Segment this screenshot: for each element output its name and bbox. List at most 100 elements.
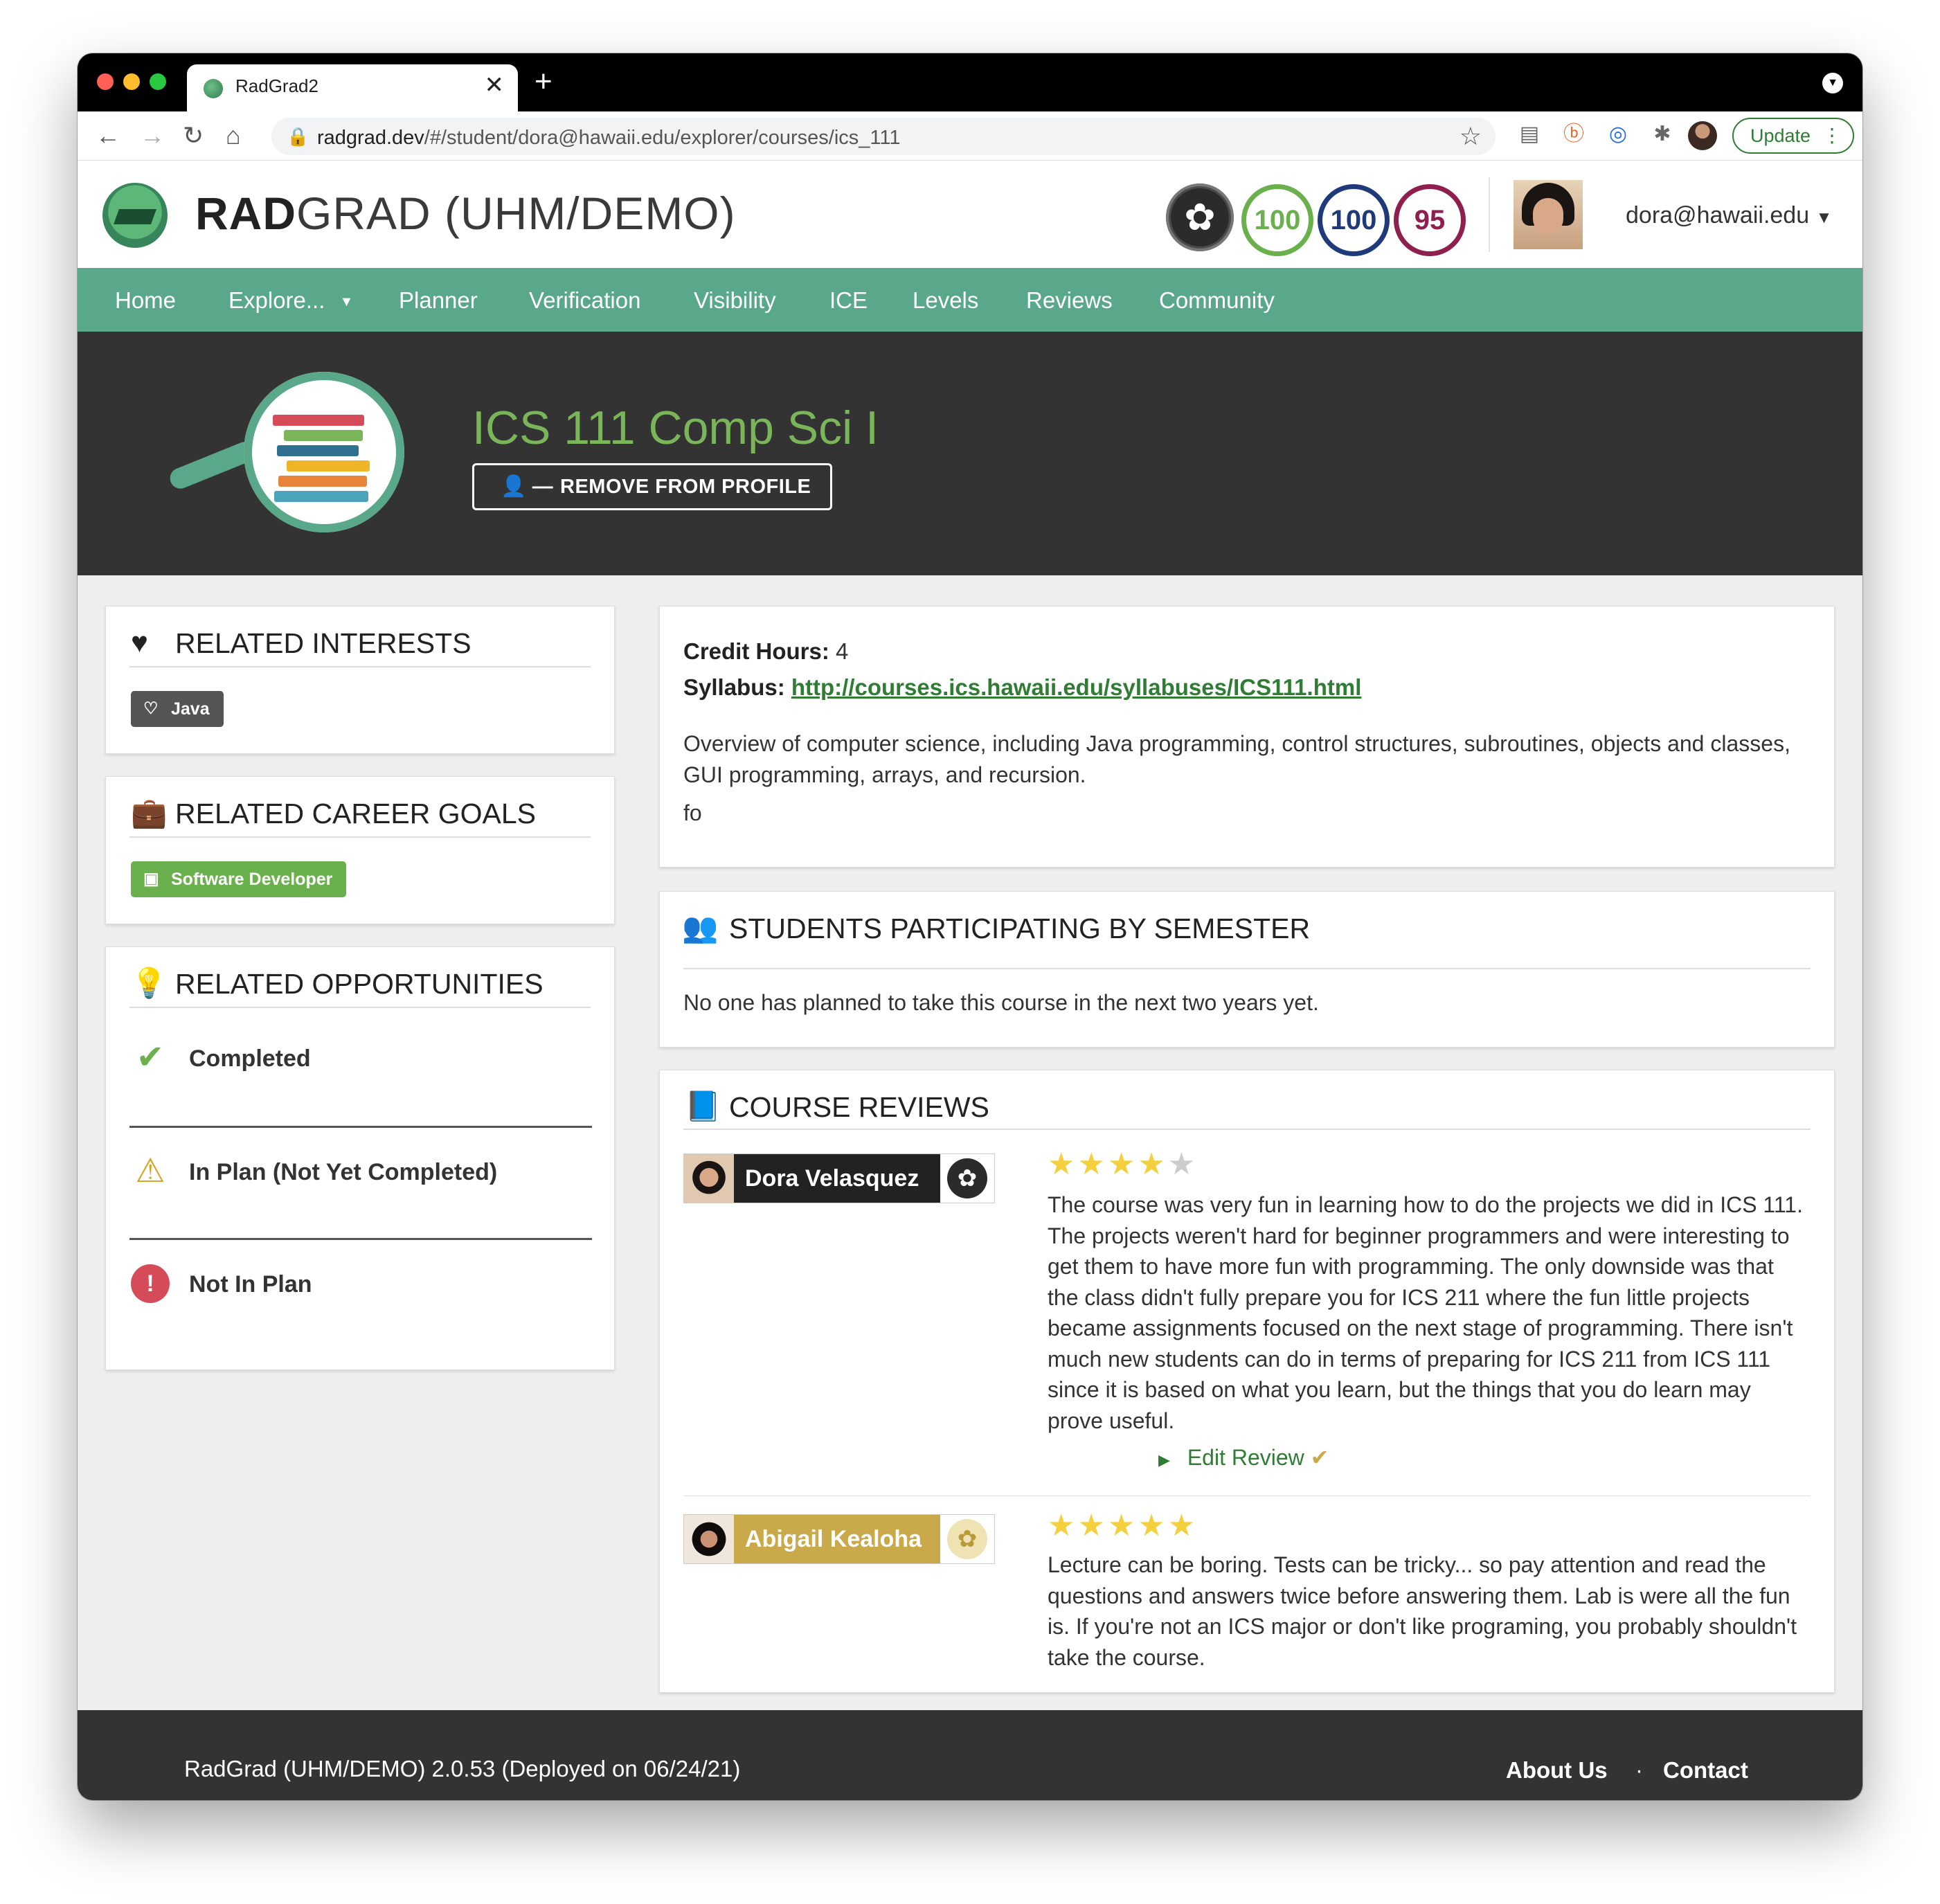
interest-tag-label: Java xyxy=(171,699,210,719)
nav-community[interactable]: Community xyxy=(1159,287,1275,314)
caret-right-icon: ▶ xyxy=(1158,1451,1170,1469)
footer-separator: · xyxy=(1635,1757,1643,1783)
nav-explore-label: Explore... xyxy=(228,287,325,313)
user-avatar[interactable] xyxy=(1514,180,1583,249)
users-icon: 👥 xyxy=(682,911,719,944)
reviewer-chip[interactable]: Abigail Kealoha ✿ xyxy=(683,1514,995,1564)
students-participating-title: STUDENTS PARTICIPATING BY SEMESTER xyxy=(729,913,1311,944)
address-bar[interactable]: 🔒 radgrad.dev/#/student/dora@hawaii.edu/… xyxy=(271,118,1496,155)
extensions-puzzle-icon[interactable]: ✱ xyxy=(1649,121,1676,147)
footer-version: RadGrad (UHM/DEMO) 2.0.53 (Deployed on 0… xyxy=(184,1756,741,1781)
nav-home[interactable]: Home xyxy=(115,287,176,314)
user-menu[interactable]: dora@hawaii.edu ▼ xyxy=(1626,202,1832,229)
bookmark-star-icon[interactable]: ☆ xyxy=(1460,122,1482,151)
about-us-link[interactable]: About Us xyxy=(1506,1757,1608,1784)
remove-from-profile-button[interactable]: 👤 — REMOVE FROM PROFILE xyxy=(472,463,832,510)
browser-tab[interactable]: RadGrad2 ✕ xyxy=(187,64,518,111)
card-divider xyxy=(683,1129,1811,1130)
remove-from-profile-label: REMOVE FROM PROFILE xyxy=(560,476,811,498)
contact-link[interactable]: Contact xyxy=(1663,1757,1748,1784)
home-icon[interactable]: ⌂ xyxy=(226,121,241,150)
close-window-button[interactable] xyxy=(97,73,114,90)
reviewer-avatar xyxy=(684,1515,734,1563)
credit-hours: Credit Hours: 4 xyxy=(683,638,848,665)
header-divider xyxy=(1489,177,1490,252)
tab-search-icon[interactable]: ▼ xyxy=(1822,73,1843,93)
checkmark-icon: ✔ xyxy=(1310,1445,1329,1470)
syllabus: Syllabus: http://courses.ics.hawaii.edu/… xyxy=(683,674,1361,701)
reload-icon[interactable]: ↻ xyxy=(183,121,204,150)
radgrad-logo-icon[interactable] xyxy=(102,183,168,248)
close-tab-icon[interactable]: ✕ xyxy=(485,71,505,99)
app-footer: RadGrad (UHM/DEMO) 2.0.53 (Deployed on 0… xyxy=(78,1710,1862,1800)
heart-outline-icon: ♡ xyxy=(143,699,159,718)
related-career-goals-card: 💼 RELATED CAREER GOALS ▣ Software Develo… xyxy=(105,776,615,924)
syllabus-label: Syllabus: xyxy=(683,674,785,700)
star-filled-icon: ★★★★ xyxy=(1048,1147,1168,1181)
reviewer-chip[interactable]: Dora Velasquez ✿ xyxy=(683,1153,995,1203)
update-label: Update xyxy=(1750,125,1811,146)
opportunity-divider xyxy=(129,1126,592,1128)
related-interests-title: RELATED INTERESTS xyxy=(175,627,471,659)
innovation-score[interactable]: 100 xyxy=(1241,184,1313,256)
checkmark-icon: ✔ xyxy=(136,1039,165,1076)
edit-review-label: Edit Review xyxy=(1187,1445,1304,1470)
caret-down-icon: ▼ xyxy=(1815,208,1833,227)
related-career-goals-title: RELATED CAREER GOALS xyxy=(175,798,536,829)
level-badge-icon[interactable]: ✿ xyxy=(1166,183,1234,251)
course-reviews-card: 📘 COURSE REVIEWS Dora Velasquez ✿ ★★★★★ … xyxy=(659,1070,1835,1693)
reviewer-level-badge-icon: ✿ xyxy=(947,1158,987,1198)
app-header: RADGRAD (UHM/DEMO) ✿ 100 100 95 dora@haw… xyxy=(78,161,1862,268)
document-extension-icon[interactable]: ▤ xyxy=(1516,121,1543,147)
radgrad-favicon-icon xyxy=(204,79,223,98)
b-extension-icon[interactable]: ⓑ xyxy=(1561,121,1587,147)
main-navbar: Home Explore... ▼ Planner Verification V… xyxy=(78,268,1862,332)
caret-down-icon: ▼ xyxy=(339,294,354,309)
browser-tab-bar: RadGrad2 ✕ + ▼ xyxy=(78,53,1862,111)
students-participating-card: 👥 STUDENTS PARTICIPATING BY SEMESTER No … xyxy=(659,891,1835,1048)
card-divider xyxy=(683,968,1811,969)
review-rating-stars: ★★★★★ xyxy=(1048,1147,1198,1182)
course-hero: ICS 111 Comp Sci I 👤 — REMOVE FROM PROFI… xyxy=(78,332,1862,575)
review-text: Lecture can be boring. Tests can be tric… xyxy=(1048,1552,1797,1670)
opportunity-row-label: Completed xyxy=(189,1045,311,1072)
browser-profile-avatar[interactable] xyxy=(1688,121,1717,150)
related-opportunities-title: RELATED OPPORTUNITIES xyxy=(175,968,544,1000)
opportunity-row-label: Not In Plan xyxy=(189,1271,312,1297)
nav-explore[interactable]: Explore... ▼ xyxy=(228,287,353,314)
nav-levels[interactable]: Levels xyxy=(913,287,978,314)
nav-ice[interactable]: ICE xyxy=(829,287,868,314)
interest-tag-java[interactable]: ♡ Java xyxy=(131,691,224,727)
related-opportunities-card: 💡 RELATED OPPORTUNITIES ✔ Completed ⚠ In… xyxy=(105,946,615,1370)
update-button[interactable]: Update ⋮ xyxy=(1732,118,1854,154)
experience-score[interactable]: 95 xyxy=(1394,184,1466,256)
more-menu-icon: ⋮ xyxy=(1822,125,1842,146)
career-tag-software-developer[interactable]: ▣ Software Developer xyxy=(131,861,347,897)
forward-arrow-icon[interactable]: → xyxy=(140,121,165,150)
card-divider xyxy=(129,836,591,838)
password-extension-icon[interactable]: ◎ xyxy=(1605,121,1631,147)
edit-review-toggle[interactable]: ▶ Edit Review ✔ xyxy=(1158,1444,1329,1471)
review-text: The course was very fun in learning how … xyxy=(1048,1192,1803,1433)
review-rating-stars: ★★★★★ xyxy=(1048,1508,1198,1543)
card-divider xyxy=(129,666,591,667)
zoom-window-button[interactable] xyxy=(150,73,166,90)
heart-icon: ♥ xyxy=(131,626,148,658)
syllabus-link[interactable]: http://courses.ics.hawaii.edu/syllabuses… xyxy=(791,674,1361,700)
competency-score[interactable]: 100 xyxy=(1318,184,1390,256)
nav-visibility[interactable]: Visibility xyxy=(694,287,776,314)
reviewer-name: Abigail Kealoha xyxy=(734,1515,940,1563)
user-email: dora@hawaii.edu xyxy=(1626,202,1810,228)
url-text: radgrad.dev/#/student/dora@hawaii.edu/ex… xyxy=(317,127,901,149)
nav-reviews[interactable]: Reviews xyxy=(1026,287,1113,314)
minimize-window-button[interactable] xyxy=(123,73,140,90)
brand-title[interactable]: RADGRAD (UHM/DEMO) xyxy=(195,187,736,240)
reviewer-avatar xyxy=(684,1154,734,1203)
course-description: Overview of computer science, including … xyxy=(683,731,1790,787)
course-title: ICS 111 Comp Sci I xyxy=(472,402,879,454)
nav-verification[interactable]: Verification xyxy=(529,287,640,314)
warning-triangle-icon: ⚠ xyxy=(135,1153,165,1189)
new-tab-icon[interactable]: + xyxy=(535,64,553,99)
nav-planner[interactable]: Planner xyxy=(399,287,478,314)
back-arrow-icon[interactable]: ← xyxy=(96,121,120,150)
